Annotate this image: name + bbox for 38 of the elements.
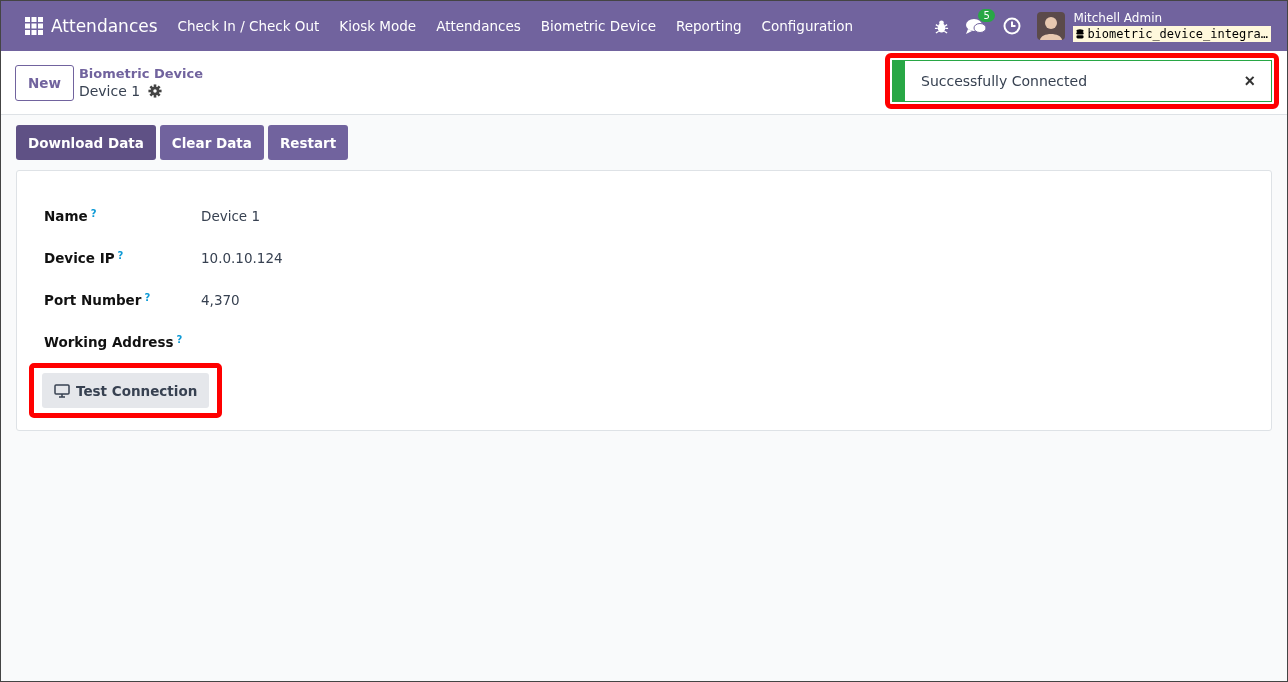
monitor-icon [54, 383, 70, 398]
breadcrumb-link[interactable]: Biometric Device [78, 66, 203, 81]
field-label: Working Address [44, 334, 174, 350]
test-connection-button[interactable]: Test Connection [42, 373, 210, 408]
message-count-badge: 5 [978, 9, 995, 22]
field-value: 4,370 [201, 292, 240, 308]
field-label: Name [44, 208, 88, 224]
chat-icon[interactable] [965, 17, 988, 35]
menu-item[interactable]: Kiosk Mode [329, 18, 427, 34]
menu-item[interactable]: Configuration [751, 18, 864, 34]
action-button[interactable]: Download Data [16, 125, 156, 160]
gear-icon[interactable] [148, 84, 163, 98]
clock-icon[interactable] [1003, 17, 1022, 35]
bug-icon[interactable] [934, 18, 950, 34]
action-button[interactable]: Restart [267, 125, 349, 160]
menu-item[interactable]: Check In / Check Out [167, 18, 330, 34]
help-tooltip[interactable]: ? [176, 334, 183, 345]
menu-item[interactable]: Reporting [665, 18, 752, 34]
field-label: Device IP [44, 250, 115, 266]
database-label: biometric_device_integra… [1087, 26, 1268, 41]
menu-item[interactable]: Attendances [426, 18, 531, 34]
avatar-icon[interactable] [1037, 12, 1066, 40]
help-tooltip[interactable]: ? [144, 292, 151, 303]
field-value: Device 1 [201, 208, 261, 224]
field-value: 10.0.10.124 [201, 250, 283, 266]
close-button[interactable]: × [1238, 69, 1261, 93]
help-tooltip[interactable]: ? [90, 208, 97, 219]
user-name[interactable]: Mitchell Admin [1073, 10, 1271, 25]
action-button[interactable]: Clear Data [159, 125, 264, 160]
app-name[interactable]: Attendances [51, 16, 158, 36]
menu-item[interactable]: Biometric Device [530, 18, 666, 34]
field-label: Port Number [44, 292, 142, 308]
record-name: Device 1 [78, 83, 141, 99]
help-tooltip[interactable]: ? [117, 250, 124, 261]
notification-message: Successfully Connected [921, 73, 1088, 89]
new-button[interactable]: New [15, 64, 74, 101]
app-grid-icon[interactable] [25, 17, 43, 35]
database-icon [1076, 28, 1085, 39]
